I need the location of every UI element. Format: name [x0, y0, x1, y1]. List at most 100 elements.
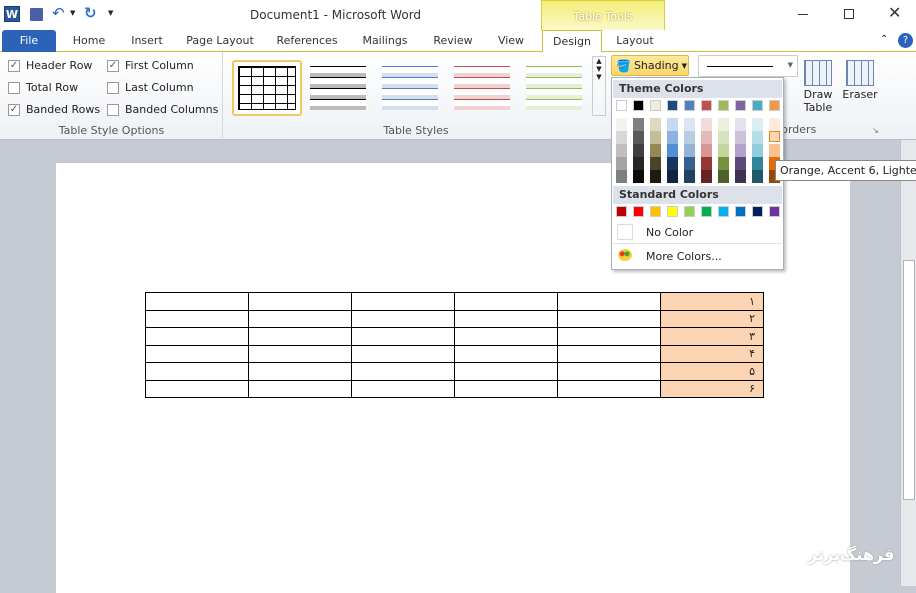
theme-shade-swatch[interactable]: [718, 144, 729, 157]
total-row-checkbox[interactable]: Total Row: [8, 81, 78, 94]
theme-color-swatch[interactable]: [633, 100, 644, 111]
table-cell[interactable]: [351, 292, 455, 311]
table-style-green[interactable]: [526, 66, 582, 110]
theme-shade-swatch[interactable]: [701, 131, 712, 144]
table-cell[interactable]: [454, 379, 558, 398]
table-cell[interactable]: ۶: [660, 379, 764, 398]
close-button[interactable]: ✕: [888, 3, 901, 22]
tab-file[interactable]: File: [2, 30, 56, 52]
theme-shade-swatch[interactable]: [701, 144, 712, 157]
theme-shade-swatch[interactable]: [752, 144, 763, 157]
theme-shade-swatch[interactable]: [735, 131, 746, 144]
last-column-checkbox[interactable]: Last Column: [107, 81, 194, 94]
theme-shade-swatch[interactable]: [769, 131, 780, 142]
theme-shade-swatch[interactable]: [735, 118, 746, 131]
tab-mailings[interactable]: Mailings: [355, 30, 415, 52]
theme-shade-swatch[interactable]: [701, 170, 712, 183]
vertical-scrollbar[interactable]: [900, 140, 916, 586]
document-table[interactable]: ١٢٣۴۵۶: [145, 292, 764, 398]
table-cell[interactable]: [454, 344, 558, 363]
table-cell[interactable]: [351, 362, 455, 381]
save-icon[interactable]: [30, 8, 43, 21]
standard-color-swatch[interactable]: [735, 206, 746, 217]
theme-shade-swatch[interactable]: [616, 144, 627, 157]
table-cell[interactable]: ٣: [660, 327, 764, 346]
tab-design[interactable]: Design: [542, 30, 602, 53]
minimize-ribbon-icon[interactable]: ⌃: [880, 34, 888, 45]
theme-shade-swatch[interactable]: [633, 157, 644, 170]
theme-shade-swatch[interactable]: [701, 118, 712, 131]
table-cell[interactable]: [454, 327, 558, 346]
theme-shade-swatch[interactable]: [718, 131, 729, 144]
word-icon[interactable]: W: [4, 6, 20, 22]
no-color-item[interactable]: No Color: [613, 222, 782, 244]
table-cell[interactable]: [351, 327, 455, 346]
table-cell[interactable]: ١: [660, 292, 764, 311]
theme-shade-swatch[interactable]: [684, 170, 695, 183]
theme-shade-swatch[interactable]: [701, 157, 712, 170]
theme-shade-swatch[interactable]: [633, 118, 644, 131]
banded-rows-checkbox[interactable]: ✓ Banded Rows: [8, 103, 100, 116]
theme-shade-swatch[interactable]: [769, 144, 780, 157]
standard-color-swatch[interactable]: [701, 206, 712, 217]
table-cell[interactable]: [454, 309, 558, 328]
customize-toolbar-icon[interactable]: ▼: [108, 9, 113, 17]
theme-shade-swatch[interactable]: [667, 170, 678, 183]
standard-color-swatch[interactable]: [650, 206, 661, 217]
theme-shade-swatch[interactable]: [650, 170, 661, 183]
theme-shade-swatch[interactable]: [633, 131, 644, 144]
theme-shade-swatch[interactable]: [684, 131, 695, 144]
table-cell[interactable]: [557, 362, 661, 381]
table-cell[interactable]: [557, 379, 661, 398]
theme-shade-swatch[interactable]: [633, 170, 644, 183]
theme-shade-swatch[interactable]: [616, 170, 627, 183]
theme-shade-swatch[interactable]: [667, 131, 678, 144]
table-style-grid[interactable]: [232, 60, 302, 116]
table-cell[interactable]: ۴: [660, 344, 764, 363]
tab-view[interactable]: View: [490, 30, 532, 52]
theme-shade-swatch[interactable]: [718, 157, 729, 170]
banded-columns-checkbox[interactable]: Banded Columns: [107, 103, 218, 116]
table-cell[interactable]: [557, 344, 661, 363]
table-cell[interactable]: [145, 344, 249, 363]
table-cell[interactable]: [351, 344, 455, 363]
minimize-button[interactable]: [798, 14, 808, 15]
theme-shade-swatch[interactable]: [650, 157, 661, 170]
theme-shade-swatch[interactable]: [667, 157, 678, 170]
theme-shade-swatch[interactable]: [684, 144, 695, 157]
theme-shade-swatch[interactable]: [752, 170, 763, 183]
theme-shade-swatch[interactable]: [752, 157, 763, 170]
theme-shade-swatch[interactable]: [684, 118, 695, 131]
tab-review[interactable]: Review: [426, 30, 480, 52]
table-cell[interactable]: ۵: [660, 362, 764, 381]
standard-color-swatch[interactable]: [633, 206, 644, 217]
scroll-thumb[interactable]: [903, 260, 915, 500]
standard-color-swatch[interactable]: [667, 206, 678, 217]
theme-shade-swatch[interactable]: [616, 131, 627, 144]
theme-shade-swatch[interactable]: [684, 157, 695, 170]
border-style-select[interactable]: ▼: [698, 55, 798, 77]
table-cell[interactable]: [145, 309, 249, 328]
theme-shade-swatch[interactable]: [616, 157, 627, 170]
theme-shade-swatch[interactable]: [650, 131, 661, 144]
theme-color-swatch[interactable]: [752, 100, 763, 111]
theme-shade-swatch[interactable]: [667, 118, 678, 131]
theme-shade-swatch[interactable]: [752, 131, 763, 144]
theme-color-swatch[interactable]: [616, 100, 627, 111]
undo-icon[interactable]: ↶: [52, 4, 65, 22]
undo-dropdown-icon[interactable]: ▼: [70, 9, 75, 17]
theme-color-swatch[interactable]: [735, 100, 746, 111]
tab-home[interactable]: Home: [64, 30, 114, 52]
table-cell[interactable]: [248, 292, 352, 311]
theme-shade-swatch[interactable]: [650, 144, 661, 157]
table-style-blue[interactable]: [382, 66, 438, 110]
table-cell[interactable]: [248, 309, 352, 328]
theme-color-swatch[interactable]: [650, 100, 661, 111]
eraser-button[interactable]: Eraser: [842, 60, 878, 101]
more-colors-item[interactable]: More Colors...: [613, 246, 782, 268]
table-cell[interactable]: [351, 379, 455, 398]
table-cell[interactable]: [351, 309, 455, 328]
theme-shade-swatch[interactable]: [718, 118, 729, 131]
theme-shade-swatch[interactable]: [718, 170, 729, 183]
table-cell[interactable]: [145, 379, 249, 398]
